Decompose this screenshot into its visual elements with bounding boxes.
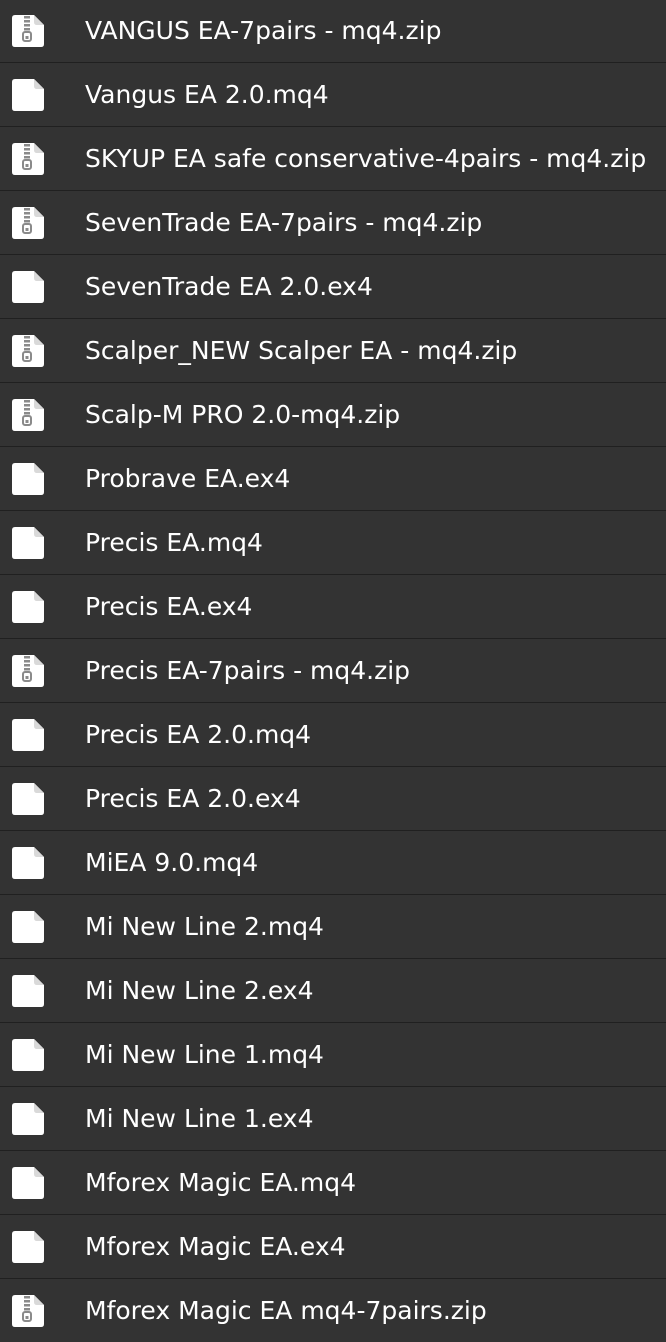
file-row[interactable]: Precis EA-7pairs - mq4.zip [0, 639, 666, 703]
file-row[interactable]: SevenTrade EA-7pairs - mq4.zip [0, 191, 666, 255]
file-row[interactable]: Mforex Magic EA mq4-7pairs.zip [0, 1279, 666, 1342]
file-icon [12, 270, 44, 303]
file-icon [12, 78, 44, 111]
file-icon [12, 974, 44, 1007]
file-icon [12, 1166, 44, 1199]
file-icon [12, 590, 44, 623]
file-icon [12, 1038, 44, 1071]
file-icon [12, 782, 44, 815]
file-icon [12, 846, 44, 879]
file-name[interactable]: Vangus EA 2.0.mq4 [85, 80, 658, 110]
file-icon [12, 1102, 44, 1135]
file-name[interactable]: SKYUP EA safe conservative-4pairs - mq4.… [85, 144, 658, 174]
file-row[interactable]: Scalp-M PRO 2.0-mq4.zip [0, 383, 666, 447]
file-row[interactable]: Mforex Magic EA.mq4 [0, 1151, 666, 1215]
file-row[interactable]: Precis EA.ex4 [0, 575, 666, 639]
file-icon [12, 910, 44, 943]
file-name[interactable]: Precis EA 2.0.ex4 [85, 784, 658, 814]
file-name[interactable]: Mforex Magic EA mq4-7pairs.zip [85, 1296, 658, 1326]
file-row[interactable]: Vangus EA 2.0.mq4 [0, 63, 666, 127]
file-name[interactable]: Scalper_NEW Scalper EA - mq4.zip [85, 336, 658, 366]
file-icon [12, 1230, 44, 1263]
file-row[interactable]: Probrave EA.ex4 [0, 447, 666, 511]
zip-file-icon [12, 398, 44, 431]
file-row[interactable]: MiEA 9.0.mq4 [0, 831, 666, 895]
zip-file-icon [12, 206, 44, 239]
file-name[interactable]: Mi New Line 1.ex4 [85, 1104, 658, 1134]
file-name[interactable]: Mforex Magic EA.mq4 [85, 1168, 658, 1198]
file-row[interactable]: Mforex Magic EA.ex4 [0, 1215, 666, 1279]
file-name[interactable]: Mi New Line 1.mq4 [85, 1040, 658, 1070]
file-row[interactable]: SevenTrade EA 2.0.ex4 [0, 255, 666, 319]
file-name[interactable]: MiEA 9.0.mq4 [85, 848, 658, 878]
file-row[interactable]: SKYUP EA safe conservative-4pairs - mq4.… [0, 127, 666, 191]
file-name[interactable]: Mi New Line 2.ex4 [85, 976, 658, 1006]
file-name[interactable]: SevenTrade EA-7pairs - mq4.zip [85, 208, 658, 238]
file-row[interactable]: Precis EA.mq4 [0, 511, 666, 575]
file-row[interactable]: Precis EA 2.0.mq4 [0, 703, 666, 767]
zip-file-icon [12, 1295, 44, 1327]
file-name[interactable]: VANGUS EA-7pairs - mq4.zip [85, 16, 658, 46]
file-row[interactable]: Mi New Line 2.mq4 [0, 895, 666, 959]
file-name[interactable]: Precis EA-7pairs - mq4.zip [85, 656, 658, 686]
file-icon [12, 718, 44, 751]
file-row[interactable]: VANGUS EA-7pairs - mq4.zip [0, 0, 666, 63]
zip-file-icon [12, 334, 44, 367]
file-name[interactable]: Mi New Line 2.mq4 [85, 912, 658, 942]
file-name[interactable]: Mforex Magic EA.ex4 [85, 1232, 658, 1262]
file-list: VANGUS EA-7pairs - mq4.zip Vangus EA 2.0.… [0, 0, 666, 1342]
zip-file-icon [12, 142, 44, 175]
file-name[interactable]: Precis EA 2.0.mq4 [85, 720, 658, 750]
file-name[interactable]: Probrave EA.ex4 [85, 464, 658, 494]
file-row[interactable]: Mi New Line 1.ex4 [0, 1087, 666, 1151]
file-icon [12, 462, 44, 495]
zip-file-icon [12, 15, 44, 47]
file-row[interactable]: Mi New Line 2.ex4 [0, 959, 666, 1023]
file-icon [12, 526, 44, 559]
file-row[interactable]: Scalper_NEW Scalper EA - mq4.zip [0, 319, 666, 383]
file-row[interactable]: Mi New Line 1.mq4 [0, 1023, 666, 1087]
file-name[interactable]: Precis EA.mq4 [85, 528, 658, 558]
file-name[interactable]: Precis EA.ex4 [85, 592, 658, 622]
file-name[interactable]: Scalp-M PRO 2.0-mq4.zip [85, 400, 658, 430]
file-row[interactable]: Precis EA 2.0.ex4 [0, 767, 666, 831]
zip-file-icon [12, 654, 44, 687]
file-name[interactable]: SevenTrade EA 2.0.ex4 [85, 272, 658, 302]
